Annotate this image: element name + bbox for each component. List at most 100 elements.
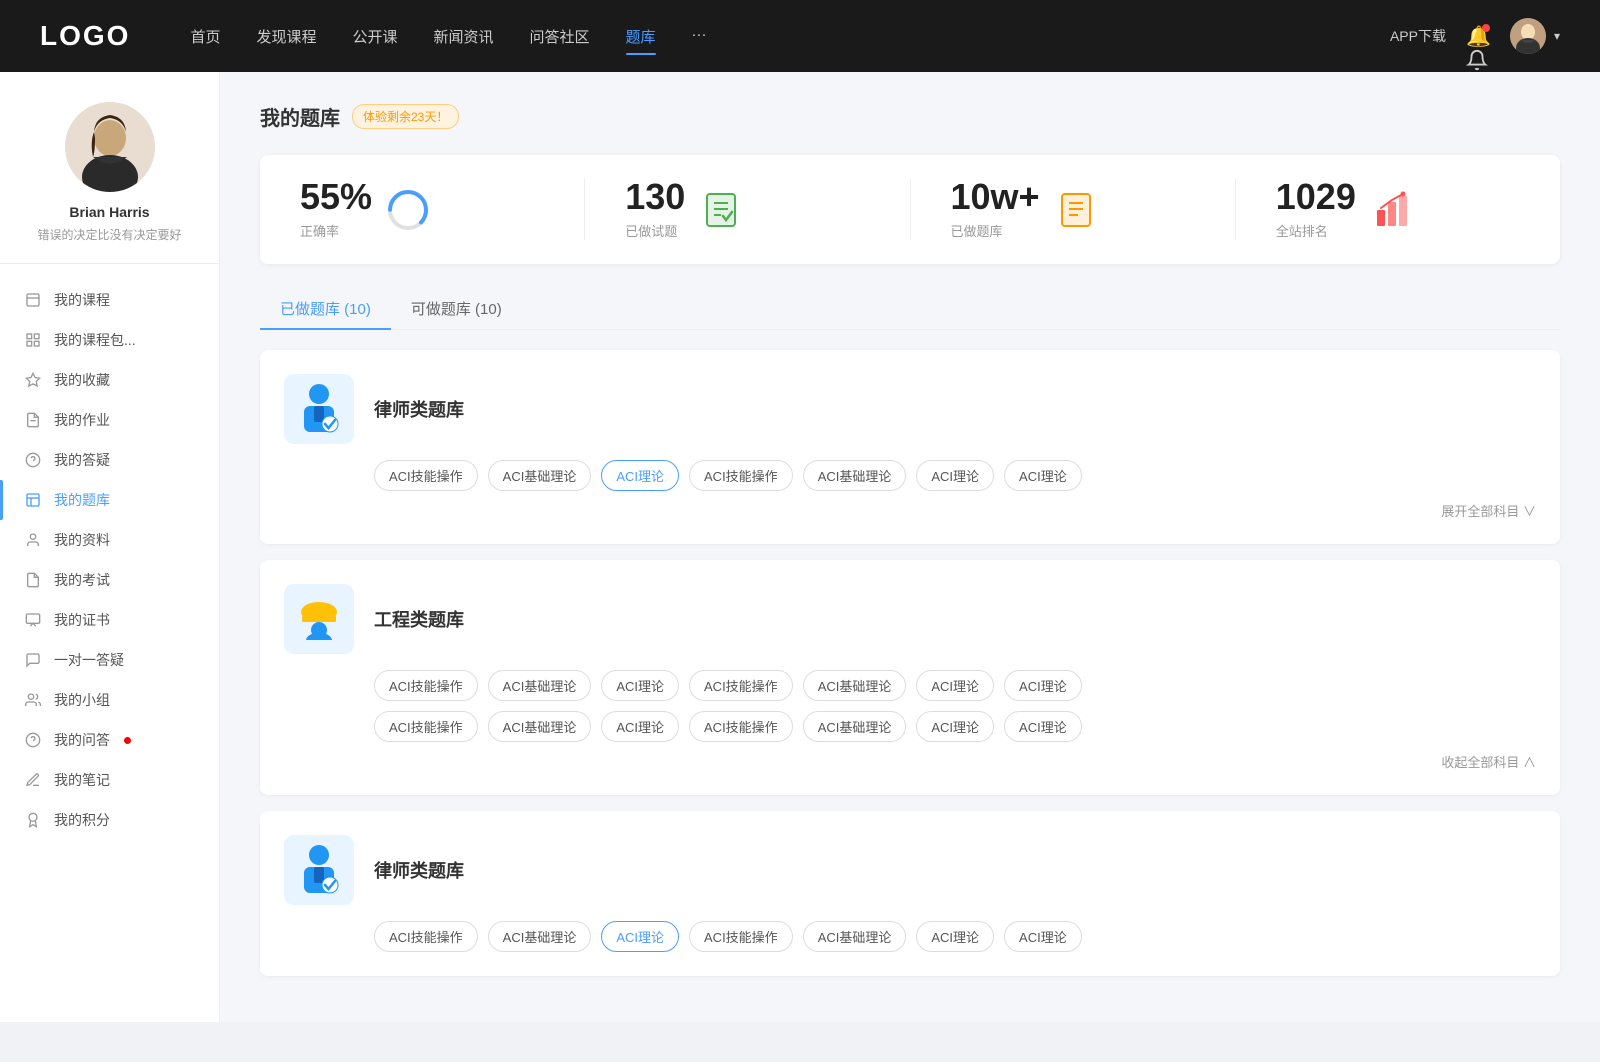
qbank-tags-row2-1: ACI技能操作 ACI基础理论 ACI理论 ACI技能操作 ACI基础理论 AC… (374, 711, 1536, 742)
tag-item[interactable]: ACI理论 (1004, 711, 1082, 742)
tag-item-active[interactable]: ACI理论 (601, 460, 679, 491)
points-icon (24, 811, 42, 829)
nav-news[interactable]: 新闻资讯 (434, 22, 494, 51)
expand-link-0[interactable]: 展开全部科目 ∨ (1441, 501, 1536, 520)
notification-dot (1482, 24, 1490, 32)
sidebar-item-label: 我的作业 (54, 410, 110, 430)
tag-item[interactable]: ACI基础理论 (488, 921, 592, 952)
notification-bell[interactable] (1466, 24, 1490, 48)
sidebar-item-points[interactable]: 我的积分 (0, 800, 219, 840)
stat-rank-label: 全站排名 (1276, 221, 1356, 240)
tag-item[interactable]: ACI基础理论 (803, 711, 907, 742)
sidebar-item-questions[interactable]: 我的答疑 (0, 440, 219, 480)
sidebar-item-exam[interactable]: 我的考试 (0, 560, 219, 600)
sidebar-item-label: 我的积分 (54, 810, 110, 830)
tag-item[interactable]: ACI理论 (916, 921, 994, 952)
homework-icon (24, 411, 42, 429)
tag-item[interactable]: ACI理论 (916, 670, 994, 701)
tabs-row: 已做题库 (10) 可做题库 (10) (260, 288, 1560, 330)
stat-done-questions-text: 130 已做试题 (625, 179, 685, 240)
stat-accuracy-label: 正确率 (300, 221, 372, 240)
tag-item[interactable]: ACI理论 (1004, 670, 1082, 701)
rank-icon (1370, 188, 1414, 232)
sidebar-item-group[interactable]: 我的小组 (0, 680, 219, 720)
tag-item[interactable]: ACI基础理论 (488, 711, 592, 742)
sidebar-item-question-bank[interactable]: 我的题库 (0, 480, 219, 520)
tag-item[interactable]: ACI基础理论 (488, 670, 592, 701)
stat-rank: 1029 全站排名 (1236, 179, 1560, 240)
course-packages-icon (24, 331, 42, 349)
tag-item[interactable]: ACI技能操作 (374, 921, 478, 952)
my-questions-icon (24, 731, 42, 749)
tag-item[interactable]: ACI基础理论 (803, 921, 907, 952)
questions-icon (24, 451, 42, 469)
profile-info-icon (24, 531, 42, 549)
user-avatar-button[interactable]: ▾ (1510, 18, 1560, 54)
sidebar-item-notes[interactable]: 我的笔记 (0, 760, 219, 800)
sidebar-item-certificate[interactable]: 我的证书 (0, 600, 219, 640)
sidebar-item-favorites[interactable]: 我的收藏 (0, 360, 219, 400)
qbank-tags-row1-1: ACI技能操作 ACI基础理论 ACI理论 ACI技能操作 ACI基础理论 AC… (374, 670, 1536, 701)
qbank-header-1: 工程类题库 (284, 584, 1536, 654)
sidebar-item-course-packages[interactable]: 我的课程包... (0, 320, 219, 360)
tag-item[interactable]: ACI基础理论 (488, 460, 592, 491)
tag-item[interactable]: ACI理论 (1004, 460, 1082, 491)
one-on-one-icon (24, 651, 42, 669)
qbank-icon-engineer (284, 584, 354, 654)
stat-done-questions: 130 已做试题 (585, 179, 910, 240)
courses-icon (24, 291, 42, 309)
sidebar-item-label: 我的答疑 (54, 450, 110, 470)
qbank-icon-lawyer-0 (284, 374, 354, 444)
group-icon (24, 691, 42, 709)
tag-item[interactable]: ACI基础理论 (803, 460, 907, 491)
sidebar-item-label: 我的证书 (54, 610, 110, 630)
nav-question-bank[interactable]: 题库 (626, 22, 656, 51)
favorites-icon (24, 371, 42, 389)
nav-home[interactable]: 首页 (190, 22, 220, 51)
sidebar-item-label: 我的问答 (54, 730, 110, 750)
stat-accuracy-value: 55% (300, 179, 372, 215)
tag-item[interactable]: ACI理论 (916, 460, 994, 491)
sidebar-item-courses[interactable]: 我的课程 (0, 280, 219, 320)
tag-item[interactable]: ACI技能操作 (374, 711, 478, 742)
qbank-card-2: 律师类题库 ACI技能操作 ACI基础理论 ACI理论 ACI技能操作 ACI基… (260, 811, 1560, 976)
sidebar-item-one-on-one[interactable]: 一对一答疑 (0, 640, 219, 680)
sidebar: Brian Harris 错误的决定比没有决定要好 我的课程 我的课程包... (0, 72, 220, 1022)
done-questions-icon (699, 188, 743, 232)
navbar: LOGO 首页 发现课程 公开课 新闻资讯 问答社区 题库 ··· APP下载 (0, 0, 1600, 72)
tag-item[interactable]: ACI技能操作 (689, 921, 793, 952)
tag-item[interactable]: ACI技能操作 (689, 670, 793, 701)
sidebar-item-profile-info[interactable]: 我的资料 (0, 520, 219, 560)
tag-item[interactable]: ACI技能操作 (374, 670, 478, 701)
stats-row: 55% 正确率 130 已做试题 (260, 155, 1560, 264)
nav-discover[interactable]: 发现课程 (256, 22, 316, 51)
qbank-title-1: 工程类题库 (374, 606, 464, 632)
tag-item[interactable]: ACI技能操作 (689, 460, 793, 491)
tag-item[interactable]: ACI理论 (601, 670, 679, 701)
sidebar-menu: 我的课程 我的课程包... 我的收藏 我的作业 (0, 264, 219, 856)
sidebar-item-label: 一对一答疑 (54, 650, 124, 670)
tag-item[interactable]: ACI基础理论 (803, 670, 907, 701)
tag-item[interactable]: ACI技能操作 (374, 460, 478, 491)
tag-item-active[interactable]: ACI理论 (601, 921, 679, 952)
nav-open-course[interactable]: 公开课 (352, 22, 397, 51)
tab-done-banks[interactable]: 已做题库 (10) (260, 288, 391, 329)
tag-item[interactable]: ACI理论 (601, 711, 679, 742)
collapse-link-1[interactable]: 收起全部科目 ∧ (1441, 752, 1536, 771)
tag-item[interactable]: ACI技能操作 (689, 711, 793, 742)
nav-more[interactable]: ··· (692, 22, 707, 51)
navbar-right: APP下载 ▾ (1390, 18, 1560, 54)
stat-done-banks-label: 已做题库 (951, 221, 1040, 240)
qbank-title-2: 律师类题库 (374, 857, 464, 883)
tag-item[interactable]: ACI理论 (916, 711, 994, 742)
profile-avatar (65, 102, 155, 192)
unread-dot (124, 737, 131, 744)
tab-available-banks[interactable]: 可做题库 (10) (391, 288, 522, 329)
nav-qa[interactable]: 问答社区 (530, 22, 590, 51)
chevron-down-icon: ▾ (1554, 29, 1560, 43)
sidebar-item-my-questions[interactable]: 我的问答 (0, 720, 219, 760)
stat-rank-text: 1029 全站排名 (1276, 179, 1356, 240)
sidebar-item-homework[interactable]: 我的作业 (0, 400, 219, 440)
app-download-button[interactable]: APP下载 (1390, 26, 1446, 46)
tag-item[interactable]: ACI理论 (1004, 921, 1082, 952)
